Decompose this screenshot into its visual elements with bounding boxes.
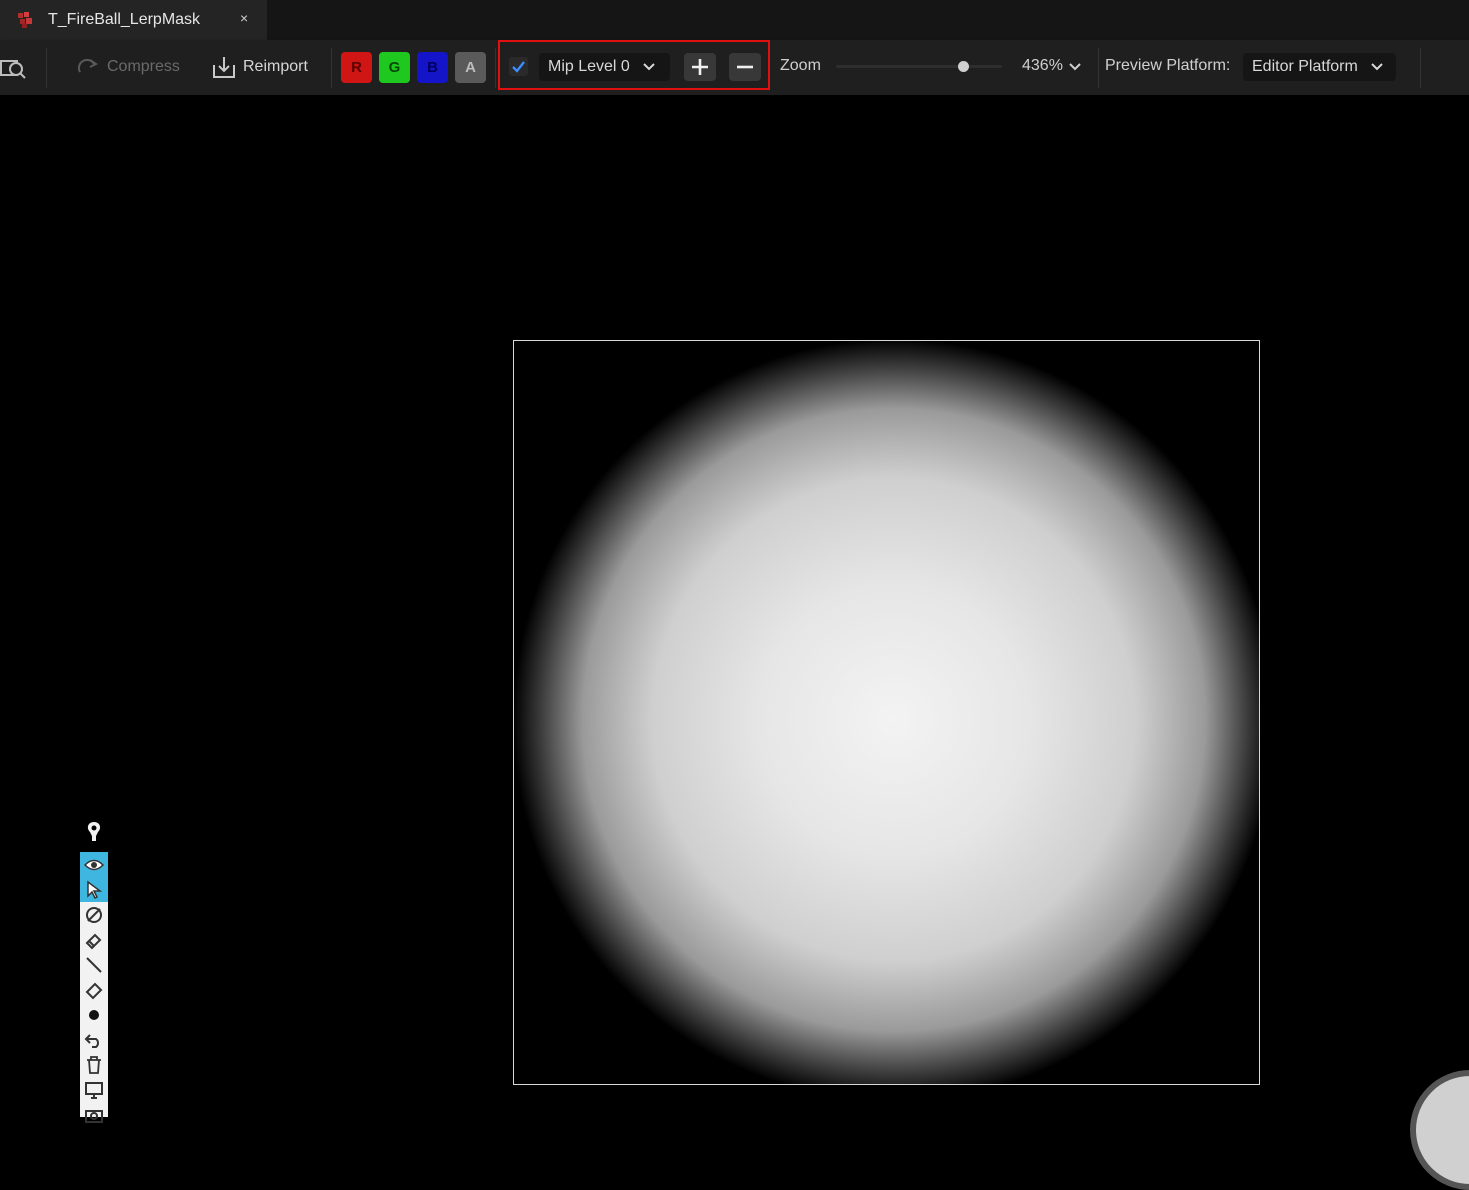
compress-label: Compress <box>107 58 180 75</box>
dot-icon[interactable] <box>80 1002 108 1027</box>
preview-platform-value: Editor Platform <box>1252 58 1358 75</box>
texture-image <box>514 341 1259 1084</box>
mip-level-dropdown[interactable]: Mip Level 0 <box>539 53 670 81</box>
no-draw-icon[interactable] <box>80 902 108 927</box>
camera-icon[interactable] <box>80 1102 108 1127</box>
preview-platform-dropdown[interactable]: Editor Platform <box>1243 53 1396 81</box>
chevron-down-icon <box>643 63 655 71</box>
tab-bar: T_FireBall_LerpMask × <box>0 0 1469 40</box>
trash-icon[interactable] <box>80 1052 108 1077</box>
cursor-icon[interactable] <box>80 877 108 902</box>
toolbar-separator <box>495 48 496 88</box>
tab-title: T_FireBall_LerpMask <box>48 11 201 28</box>
plus-icon <box>692 59 708 75</box>
chevron-down-icon[interactable] <box>1068 60 1082 74</box>
reimport-button[interactable]: Reimport <box>212 52 308 82</box>
zoom-value[interactable]: 436% <box>1022 57 1063 75</box>
eraser-icon[interactable] <box>80 977 108 1002</box>
compress-button[interactable]: Compress <box>76 52 180 82</box>
draw-toolbar <box>80 852 108 1123</box>
channel-r-button[interactable]: R <box>341 52 372 83</box>
asset-tab[interactable]: T_FireBall_LerpMask × <box>0 0 267 40</box>
zoom-label: Zoom <box>780 57 821 74</box>
toolbar-separator <box>46 48 47 88</box>
toolbar-separator <box>331 48 332 88</box>
pen-icon[interactable] <box>84 820 104 844</box>
minus-icon <box>737 65 753 69</box>
channel-b-button[interactable]: B <box>417 52 448 83</box>
close-icon[interactable]: × <box>240 10 248 26</box>
browse-asset-button[interactable] <box>0 52 28 82</box>
compress-icon <box>77 58 98 73</box>
texture-asset-icon <box>16 10 36 30</box>
checkmark-icon <box>512 61 525 73</box>
zoom-slider[interactable] <box>836 65 1002 68</box>
line-icon[interactable] <box>80 952 108 977</box>
undo-icon[interactable] <box>80 1027 108 1052</box>
highlighter-icon[interactable] <box>80 927 108 952</box>
chevron-down-icon <box>1371 63 1383 71</box>
preview-platform-label: Preview Platform: <box>1105 57 1231 74</box>
browse-asset-icon <box>0 60 26 79</box>
channel-g-button[interactable]: G <box>379 52 410 83</box>
reimport-label: Reimport <box>243 58 308 75</box>
screen-icon[interactable] <box>80 1077 108 1102</box>
toolbar-separator <box>1098 48 1099 88</box>
mip-level-value: Mip Level 0 <box>548 58 630 75</box>
eye-icon[interactable] <box>80 852 108 877</box>
reimport-icon <box>213 57 235 78</box>
overlay-object <box>1410 1070 1469 1190</box>
texture-preview[interactable] <box>513 340 1260 1085</box>
mip-decrease-button[interactable] <box>729 53 761 81</box>
mip-checkbox[interactable] <box>509 57 528 76</box>
toolbar-separator <box>1420 48 1421 88</box>
mip-increase-button[interactable] <box>684 53 716 81</box>
channel-a-button[interactable]: A <box>455 52 486 83</box>
